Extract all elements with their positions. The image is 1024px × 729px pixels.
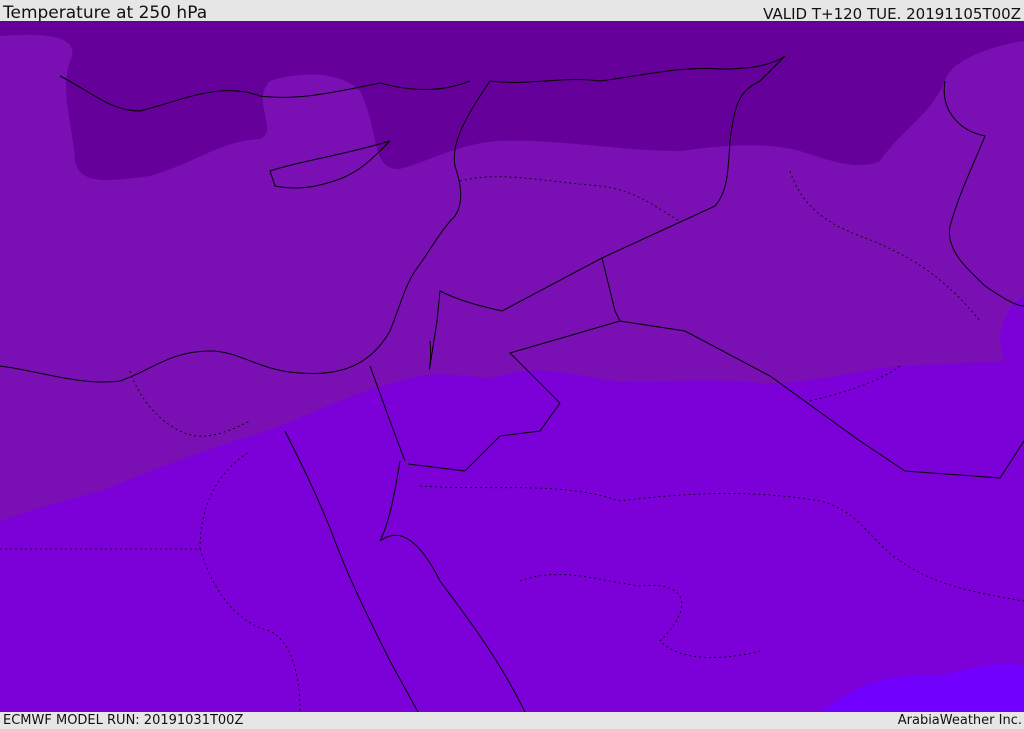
- footer-bar: ECMWF MODEL RUN: 20191031T00Z ArabiaWeat…: [0, 712, 1024, 729]
- map-title: Temperature at 250 hPa: [3, 3, 208, 23]
- temperature-map: [0, 21, 1024, 712]
- credit-text: ArabiaWeather Inc.: [897, 713, 1022, 728]
- header-bar: Temperature at 250 hPa VALID T+120 TUE. …: [0, 0, 1024, 23]
- model-run: ECMWF MODEL RUN: 20191031T00Z: [3, 713, 244, 728]
